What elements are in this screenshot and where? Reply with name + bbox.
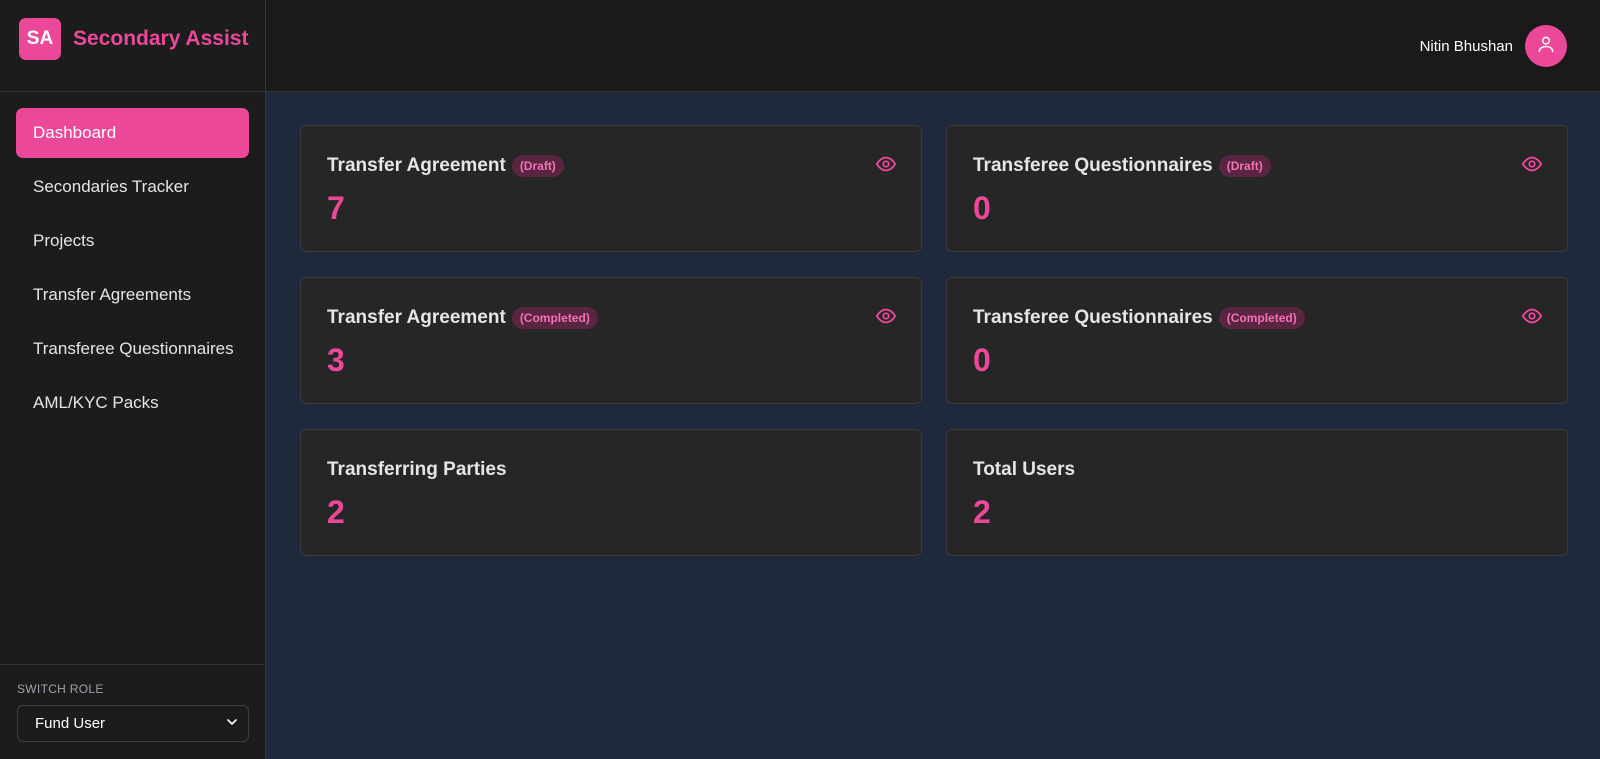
card-title-text: Transfer Agreement <box>327 155 506 176</box>
eye-icon[interactable] <box>1521 153 1543 180</box>
card-title-text: Transferring Parties <box>327 459 507 480</box>
card-transferring-parties: Transferring Parties 2 <box>300 429 922 556</box>
status-badge: (Completed) <box>1218 307 1305 329</box>
chevron-down-icon <box>226 715 238 732</box>
user-icon <box>1536 34 1556 59</box>
card-title: Transfer Agreement (Completed) <box>327 307 598 329</box>
card-value: 3 <box>327 342 345 378</box>
card-title: Transferee Questionnaires (Completed) <box>973 307 1305 329</box>
card-title: Total Users <box>973 459 1075 481</box>
user-name: Nitin Bhushan <box>1419 37 1513 55</box>
card-transferee-questionnaires-draft: Transferee Questionnaires (Draft) 0 <box>946 125 1568 252</box>
status-badge: (Draft) <box>1218 155 1271 177</box>
card-transfer-agreement-draft: Transfer Agreement (Draft) 7 <box>300 125 922 252</box>
sidebar-nav: Dashboard Secondaries Tracker Projects T… <box>0 92 265 428</box>
sidebar-item-transfer-agreements[interactable]: Transfer Agreements <box>16 270 249 320</box>
card-value: 2 <box>327 494 345 530</box>
brand-name: Secondary Assist <box>73 26 249 50</box>
card-value: 2 <box>973 494 991 530</box>
card-value: 7 <box>327 190 345 226</box>
sidebar-item-aml-kyc-packs[interactable]: AML/KYC Packs <box>16 378 249 428</box>
role-select-value: Fund User <box>35 715 106 732</box>
user-menu: Nitin Bhushan <box>1420 25 1567 67</box>
eye-icon[interactable] <box>875 153 897 180</box>
app: SA Secondary Assist Dashboard Secondarie… <box>0 0 1600 759</box>
status-badge: (Completed) <box>511 307 598 329</box>
brand-logo: SA <box>19 17 61 60</box>
eye-icon[interactable] <box>875 305 897 332</box>
card-value: 0 <box>973 190 991 226</box>
sidebar-item-dashboard[interactable]: Dashboard <box>16 108 249 158</box>
switch-role-section: SWITCH ROLE Fund User <box>0 664 265 759</box>
card-transfer-agreement-completed: Transfer Agreement (Completed) 3 <box>300 277 922 404</box>
sidebar-item-transferee-questionnaires[interactable]: Transferee Questionnaires <box>16 324 249 374</box>
card-title: Transferee Questionnaires (Draft) <box>973 155 1271 177</box>
card-transferee-questionnaires-completed: Transferee Questionnaires (Completed) 0 <box>946 277 1568 404</box>
card-title-text: Total Users <box>973 459 1076 480</box>
card-value: 0 <box>973 342 991 378</box>
sidebar-item-projects[interactable]: Projects <box>16 216 249 266</box>
card-title-text: Transfer Agreement <box>327 307 506 328</box>
top-header: Nitin Bhushan <box>266 0 1600 92</box>
card-title: Transfer Agreement (Draft) <box>327 155 564 177</box>
card-title-text: Transferee Questionnaires <box>973 155 1213 176</box>
avatar[interactable] <box>1525 25 1567 67</box>
card-total-users: Total Users 2 <box>946 429 1568 556</box>
sidebar: SA Secondary Assist Dashboard Secondarie… <box>0 0 266 759</box>
card-title: Transferring Parties <box>327 459 507 481</box>
eye-icon[interactable] <box>1521 305 1543 332</box>
status-badge: (Draft) <box>511 155 564 177</box>
dashboard-main: Transfer Agreement (Draft) 7 Transferee … <box>266 92 1600 759</box>
role-select[interactable]: Fund User <box>17 705 249 742</box>
switch-role-label: SWITCH ROLE <box>17 682 104 696</box>
brand: SA Secondary Assist <box>0 0 265 92</box>
card-title-text: Transferee Questionnaires <box>973 307 1213 328</box>
sidebar-item-secondaries-tracker[interactable]: Secondaries Tracker <box>16 162 249 212</box>
